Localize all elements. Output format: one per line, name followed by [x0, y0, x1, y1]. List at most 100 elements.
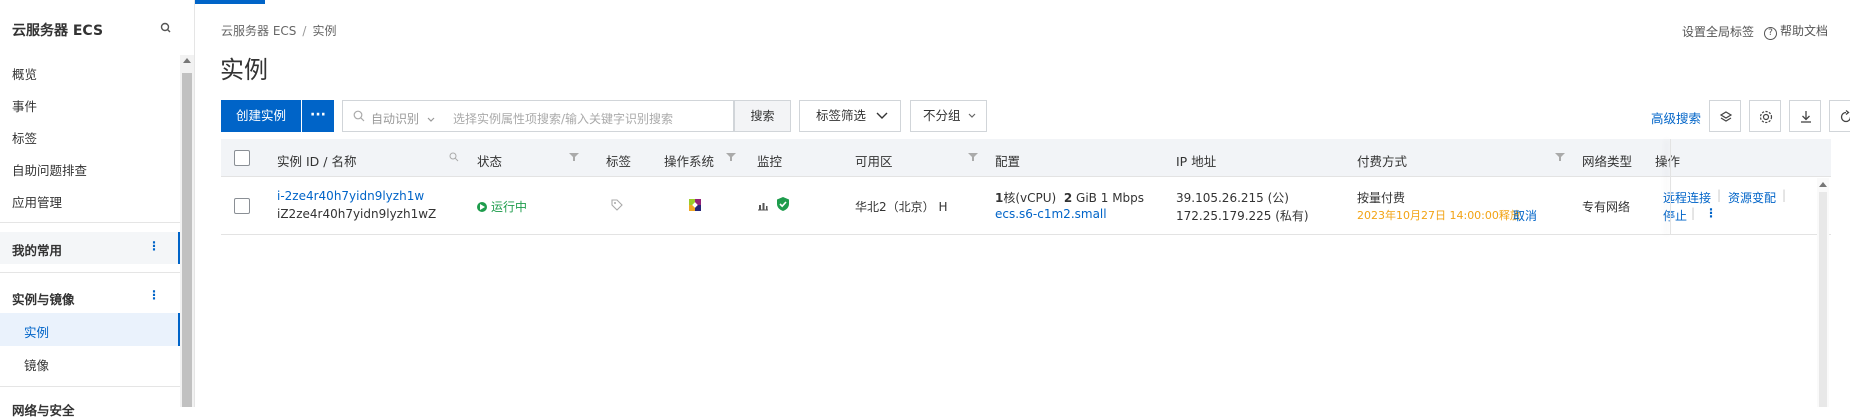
- chevron-down-icon: [876, 112, 888, 119]
- search-button[interactable]: 搜索: [734, 100, 791, 132]
- search-icon[interactable]: [449, 152, 459, 162]
- scrollbar-thumb[interactable]: [182, 73, 192, 407]
- toolbar: 创建实例 ··· 自动识别 选择实例属性项搜索/输入关键字识别搜索 搜索 标签筛…: [221, 100, 1850, 132]
- status-label: 运行中: [491, 200, 528, 214]
- sidebar-item-label: 实例: [24, 325, 50, 340]
- column-header-status: 状态: [477, 154, 503, 169]
- cpu-unit: 核(vCPU): [1003, 191, 1057, 205]
- page-title: 实例: [220, 56, 268, 84]
- group-select[interactable]: 不分组: [910, 100, 987, 132]
- filter-icon[interactable]: [1555, 152, 1565, 162]
- refresh-button[interactable]: [1829, 100, 1850, 132]
- scroll-up-arrow-icon[interactable]: [1819, 182, 1827, 187]
- global-tags-link[interactable]: 设置全局标签: [1682, 23, 1754, 40]
- scroll-up-arrow-icon[interactable]: [183, 58, 191, 63]
- sidebar-divider: [0, 386, 180, 387]
- cancel-release-link[interactable]: 取消: [1513, 207, 1537, 224]
- download-icon: [1801, 111, 1811, 123]
- instance-id-link[interactable]: i-2ze4r40h7yidn9lyzh1w: [277, 189, 424, 203]
- help-icon: ?: [1763, 27, 1777, 40]
- sidebar-title: 云服务器 ECS: [12, 23, 104, 39]
- sidebar-item-app-management[interactable]: 应用管理: [12, 192, 62, 211]
- advanced-search-link[interactable]: 高级搜索: [1651, 108, 1701, 127]
- chevron-down-icon: [968, 113, 976, 118]
- more-vertical-icon[interactable]: ⋮: [148, 239, 160, 253]
- sidebar-group-label: 我的常用: [12, 243, 63, 258]
- search-icon[interactable]: [158, 20, 174, 36]
- group-select-label: 不分组: [923, 108, 961, 123]
- scrollbar-thumb[interactable]: [1819, 192, 1827, 407]
- zone-value: 华北2（北京） H: [855, 200, 948, 214]
- column-header-os: 操作系统: [664, 154, 715, 169]
- bandwidth: 1 Mbps: [1100, 191, 1145, 205]
- column-header-billing: 付费方式: [1357, 154, 1408, 169]
- memory-value: 2: [1063, 191, 1073, 205]
- billing-method: 按量付费: [1357, 191, 1406, 205]
- release-time: 2023年10月27日 14:00:00释放: [1357, 209, 1521, 222]
- breadcrumb-separator: /: [302, 24, 307, 38]
- sidebar-item-troubleshoot[interactable]: 自助问题排查: [12, 160, 87, 179]
- column-header-network: 网络类型: [1582, 154, 1633, 169]
- table-scrollbar[interactable]: [1817, 178, 1829, 407]
- stop-link[interactable]: 停止: [1663, 207, 1687, 224]
- select-all-checkbox[interactable]: [234, 150, 250, 166]
- instance-type-link[interactable]: ecs.s6-c1m2.small: [995, 207, 1107, 221]
- column-header-instance: 实例 ID / 名称: [277, 154, 357, 169]
- tag-filter-label: 标签筛选: [816, 108, 867, 123]
- resize-link[interactable]: 资源变配: [1728, 189, 1776, 206]
- chevron-down-icon: [427, 117, 435, 122]
- layers-icon: [1719, 111, 1733, 122]
- sidebar-group-label: 实例与镜像: [12, 292, 75, 307]
- header-actions: 设置全局标签 ? 帮助文档: [1682, 22, 1828, 40]
- download-button[interactable]: [1789, 100, 1821, 132]
- column-header-monitor: 监控: [757, 154, 783, 169]
- config-spec: 1核(vCPU) 2 GiB 1 Mbps: [995, 189, 1144, 206]
- column-header-config: 配置: [995, 154, 1021, 169]
- breadcrumb-instances: 实例: [312, 24, 337, 38]
- help-label: 帮助文档: [1779, 24, 1828, 38]
- filter-icon[interactable]: [569, 152, 579, 162]
- shield-check-icon[interactable]: [775, 196, 791, 212]
- search-placeholder: 选择实例属性项搜索/输入关键字识别搜索: [453, 112, 674, 126]
- tag-filter-dropdown[interactable]: 标签筛选: [799, 100, 901, 132]
- search-input[interactable]: 自动识别 选择实例属性项搜索/输入关键字识别搜索: [342, 100, 734, 132]
- private-ip: 172.25.179.225 (私有): [1176, 209, 1309, 223]
- gear-icon: [1759, 110, 1773, 124]
- filter-icon[interactable]: [968, 152, 978, 162]
- status-badge: 运行中: [477, 198, 527, 215]
- layers-button[interactable]: [1709, 100, 1741, 132]
- column-header-zone: 可用区: [855, 154, 893, 169]
- chart-icon[interactable]: [756, 198, 770, 212]
- settings-button[interactable]: [1749, 100, 1781, 132]
- sidebar-item-tags[interactable]: 标签: [12, 128, 37, 147]
- more-actions-button[interactable]: ···: [302, 100, 334, 132]
- breadcrumb: 云服务器 ECS / 实例: [221, 22, 336, 39]
- breadcrumb-ecs[interactable]: 云服务器 ECS: [221, 24, 296, 38]
- sidebar-group-network-security[interactable]: 网络与安全: [12, 400, 75, 419]
- column-header-tags: 标签: [606, 154, 632, 169]
- sidebar: 云服务器 ECS 概览 事件 标签 自助问题排查 应用管理 我的常用 ⋮ 实例与…: [0, 0, 195, 418]
- sidebar-item-overview[interactable]: 概览: [12, 64, 37, 83]
- sidebar-item-events[interactable]: 事件: [12, 96, 37, 115]
- sidebar-group-instances-images[interactable]: 实例与镜像 ⋮: [0, 281, 180, 313]
- search-icon: [353, 110, 365, 122]
- create-instance-button[interactable]: 创建实例: [221, 100, 301, 132]
- row-checkbox[interactable]: [234, 198, 250, 214]
- sidebar-group-favorites[interactable]: 我的常用 ⋮: [0, 232, 180, 264]
- sidebar-item-images[interactable]: 镜像: [24, 355, 49, 374]
- action-divider: |: [1717, 188, 1722, 202]
- more-vertical-icon[interactable]: ⋮: [1705, 206, 1717, 220]
- sidebar-scrollbar[interactable]: [180, 55, 194, 407]
- memory-unit: GiB: [1072, 191, 1097, 205]
- instance-name: iZ2ze4r40h7yidn9lyzh1wZ: [277, 207, 437, 221]
- help-link[interactable]: ? 帮助文档: [1763, 22, 1828, 40]
- table-header: 实例 ID / 名称 状态 标签 操作系统 监控 可用区 配置 IP 地址 付费…: [221, 139, 1831, 177]
- sidebar-item-instances[interactable]: 实例: [0, 313, 180, 346]
- tag-icon[interactable]: [610, 198, 624, 212]
- search-mode-select[interactable]: 自动识别: [371, 110, 435, 127]
- network-type: 专有网络: [1582, 200, 1631, 214]
- more-vertical-icon[interactable]: ⋮: [148, 288, 160, 302]
- play-icon: [477, 202, 487, 212]
- main-content: 云服务器 ECS / 实例 设置全局标签 ? 帮助文档 实例 创建实例 ··· 自动识…: [196, 0, 1850, 407]
- filter-icon[interactable]: [726, 152, 736, 162]
